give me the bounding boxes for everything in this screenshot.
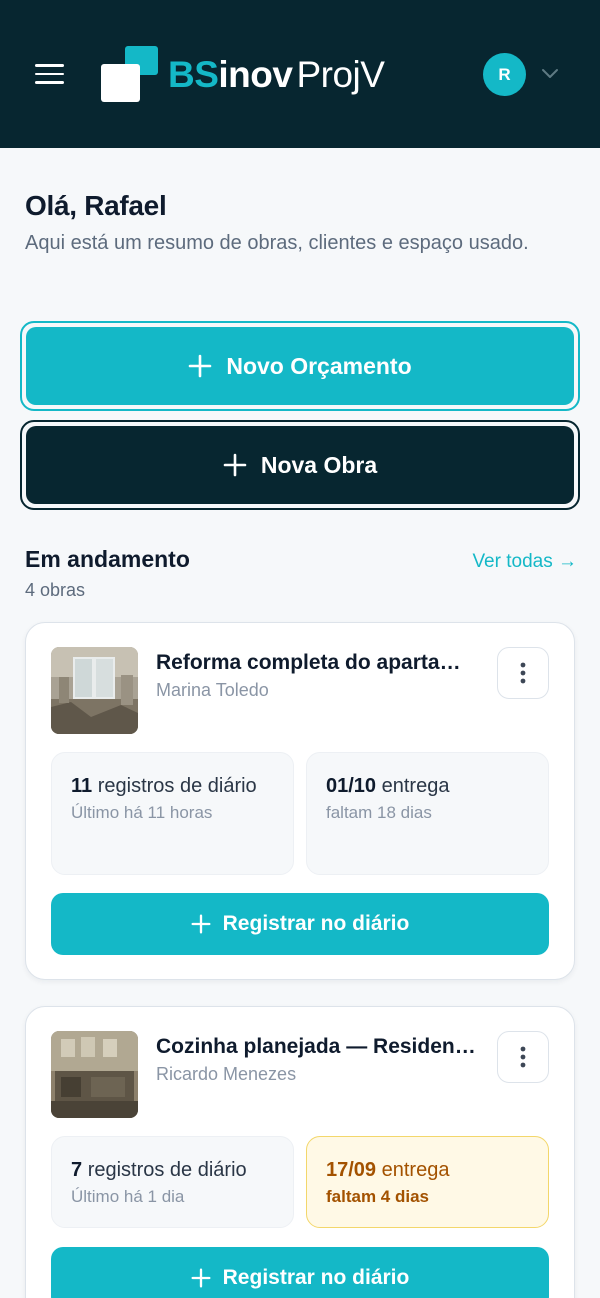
delivery-label: entrega <box>381 1159 450 1181</box>
work-photo <box>51 647 138 734</box>
client-name: Ricardo Menezes <box>156 1064 297 1084</box>
diary-count: 11 <box>71 775 93 797</box>
work-photo <box>51 1031 138 1118</box>
app-header: BSinov ProjV R <box>0 0 600 148</box>
register-diary-button[interactable]: Registrar no diário <box>51 1247 549 1298</box>
delivery-label: entrega <box>381 775 450 797</box>
plus-icon <box>189 354 212 378</box>
section-count: 4 obras <box>25 580 86 600</box>
delivery-date: 01/10 <box>326 775 377 797</box>
client-name: Marina Toledo <box>156 680 269 700</box>
diary-label: registros de diário <box>87 1159 247 1181</box>
work-title: Cozinha planejada — Residencial <box>156 1035 476 1058</box>
diary-last-entry: Último há 1 dia <box>71 1187 185 1206</box>
more-options-icon[interactable] <box>497 647 549 699</box>
chevron-down-icon[interactable] <box>541 66 559 80</box>
new-work-label: Nova Obra <box>260 451 378 478</box>
new-work-button[interactable]: Nova Obra <box>20 420 580 510</box>
section-title: Em andamento <box>25 546 190 572</box>
register-diary-label: Registrar no diário <box>222 912 410 935</box>
plus-icon <box>223 453 247 477</box>
delivery-date: 17/09 <box>326 1159 377 1181</box>
greeting-title: Olá, Rafael <box>25 190 167 221</box>
diary-count: 7 <box>71 1159 83 1181</box>
work-card[interactable]: Cozinha planejada — Residencial Ricardo … <box>25 1006 575 1298</box>
new-budget-button[interactable]: Novo Orçamento <box>20 321 580 411</box>
register-diary-button[interactable]: Registrar no diário <box>51 893 549 955</box>
user-avatar[interactable]: R <box>483 53 526 96</box>
new-budget-label: Novo Orçamento <box>226 352 412 379</box>
see-all-link[interactable]: Ver todas → <box>472 551 577 573</box>
logo-mark <box>101 45 158 103</box>
app-logo[interactable]: BSinov ProjV <box>101 45 385 103</box>
delivery-remaining: faltam 4 dias <box>326 1187 429 1206</box>
delivery-stat: 01/10 entrega faltam 18 dias <box>306 752 549 875</box>
more-options-icon[interactable] <box>497 1031 549 1083</box>
delivery-remaining: faltam 18 dias <box>326 803 432 822</box>
work-card[interactable]: Reforma completa do apartamento Marina T… <box>25 622 575 980</box>
register-diary-label: Registrar no diário <box>222 1266 410 1289</box>
logo-wordmark: BSinov ProjV <box>168 53 385 95</box>
diary-label: registros de diário <box>97 775 257 797</box>
hamburger-menu-icon[interactable] <box>35 63 64 85</box>
diary-stat: 11 registros de diário Último há 11 hora… <box>51 752 294 875</box>
diary-stat: 7 registros de diário Último há 1 dia <box>51 1136 294 1228</box>
greeting-subtitle: Aqui está um resumo de obras, clientes e… <box>25 232 529 254</box>
work-title: Reforma completa do apartamento <box>156 651 476 674</box>
plus-icon <box>191 914 211 934</box>
plus-icon <box>191 1268 211 1288</box>
delivery-stat: 17/09 entrega faltam 4 dias <box>306 1136 549 1228</box>
diary-last-entry: Último há 11 horas <box>71 803 213 822</box>
